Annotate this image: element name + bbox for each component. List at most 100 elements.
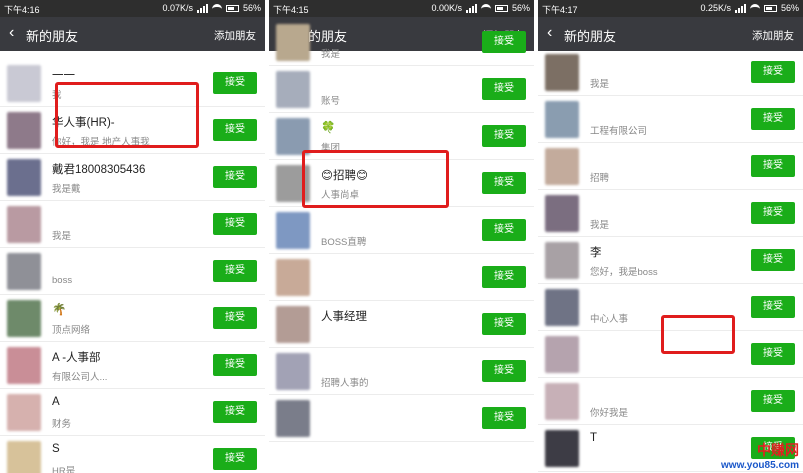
page-title: 新的朋友 [564, 29, 617, 44]
accept-button[interactable]: 接受 [482, 31, 526, 53]
highlight-box [55, 82, 199, 148]
network-speed: 0.00K/s [431, 3, 462, 13]
highlight-box [302, 150, 449, 208]
watermark-url: www.you85.com [721, 460, 799, 471]
accept-button[interactable]: 接受 [751, 249, 795, 271]
friend-request-row[interactable]: 我是 接受 [0, 201, 265, 248]
accept-button[interactable]: 接受 [213, 119, 257, 141]
accept-button[interactable]: 接受 [482, 313, 526, 335]
wifi-icon [749, 4, 760, 12]
accept-button[interactable]: 接受 [213, 401, 257, 423]
add-friend-button[interactable]: 添加朋友 [214, 28, 256, 43]
wifi-icon [480, 4, 491, 12]
friend-request-row[interactable]: S HR是 接受 [0, 436, 265, 473]
friend-request-row[interactable]: BOSS直聘 接受 [269, 207, 534, 254]
accept-button[interactable]: 接受 [482, 360, 526, 382]
avatar [276, 71, 310, 108]
avatar [545, 383, 579, 420]
friend-request-row[interactable]: 人事经理 接受 [269, 301, 534, 348]
friend-request-row[interactable]: 招聘人事的 接受 [269, 348, 534, 395]
back-arrow-icon[interactable]: ‹ [9, 25, 14, 41]
status-time: 下午4:16 [4, 5, 40, 15]
accept-button[interactable]: 接受 [482, 172, 526, 194]
request-message: 我是 [52, 231, 72, 242]
contact-name: A [52, 396, 60, 408]
contact-name: 🌴 [52, 304, 67, 316]
accept-button[interactable]: 接受 [751, 202, 795, 224]
accept-button[interactable]: 接受 [482, 219, 526, 241]
friend-request-row[interactable]: A 财务 接受 [0, 389, 265, 436]
friend-request-row[interactable]: 戴君18008305436 我是戴 接受 [0, 154, 265, 201]
avatar [7, 347, 41, 384]
request-message: 我是 [321, 49, 341, 60]
avatar [545, 54, 579, 91]
accept-button[interactable]: 接受 [751, 108, 795, 130]
accept-button[interactable]: 接受 [751, 296, 795, 318]
accept-button[interactable]: 接受 [213, 166, 257, 188]
friend-request-row[interactable]: 我是 接受 [538, 190, 803, 237]
friend-request-row[interactable]: 接受 [269, 395, 534, 442]
avatar [7, 253, 41, 290]
accept-button[interactable]: 接受 [213, 448, 257, 470]
contact-name: 人事经理 [321, 311, 367, 323]
avatar [545, 101, 579, 138]
accept-button[interactable]: 接受 [213, 354, 257, 376]
request-message: 你好我是 [590, 408, 629, 419]
avatar [7, 112, 41, 149]
avatar [7, 394, 41, 431]
friend-request-list: 我是 接受 工程有限公司 接受 招聘 接受 我是 接受李您好，我是boss 接受 中心人事 接受 接受… [538, 51, 803, 473]
battery-level: 56% [511, 3, 530, 13]
friend-request-row[interactable]: boss 接受 [0, 248, 265, 295]
screen-panel: 下午4:150.00K/s56%‹新的朋友添加朋友我是接受账号接受🍀集团接受😊招… [269, 0, 534, 473]
friend-request-row[interactable]: 工程有限公司 接受 [538, 96, 803, 143]
contact-name: A -人事部 [52, 352, 101, 364]
request-message: 招聘 [590, 173, 610, 184]
screen-panel: 下午4:16 0.07K/s 56% ‹ 新的朋友 添加朋友 一一我接受 华人事(HR)- 你好… [0, 0, 265, 473]
network-speed: 0.25K/s [700, 3, 731, 13]
avatar [7, 159, 41, 196]
request-message: BOSS直聘 [321, 237, 367, 248]
accept-button[interactable]: 接受 [482, 78, 526, 100]
accept-button[interactable]: 接受 [213, 307, 257, 329]
accept-button[interactable]: 接受 [751, 343, 795, 365]
avatar [276, 400, 310, 437]
status-icons: 0.00K/s 56% [431, 3, 530, 13]
contact-name: 一一 [52, 70, 75, 82]
accept-button[interactable]: 接受 [482, 407, 526, 429]
friend-request-row[interactable]: 我是 接受 [269, 19, 534, 66]
accept-button[interactable]: 接受 [213, 213, 257, 235]
screen-panel: 下午4:17 0.25K/s 56% ‹ 新的朋友 添加朋友 我是 接受 工程有限公司 接受 招聘接… [538, 0, 803, 473]
request-message: 我是 [590, 79, 610, 90]
friend-request-row[interactable]: 你好我是 接受 [538, 378, 803, 425]
friend-request-row[interactable]: 我是 接受 [538, 49, 803, 96]
avatar [7, 300, 41, 337]
friend-request-row[interactable]: 接受 [269, 254, 534, 301]
friend-request-row[interactable]: 招聘 接受 [538, 143, 803, 190]
friend-request-row[interactable]: 🌴 顶点网络 接受 [0, 295, 265, 342]
avatar [276, 212, 310, 249]
contact-name: 戴君18008305436 [52, 164, 146, 176]
highlight-box [661, 315, 735, 354]
accept-button[interactable]: 接受 [751, 155, 795, 177]
accept-button[interactable]: 接受 [213, 72, 257, 94]
friend-request-row[interactable]: 李您好，我是boss 接受 [538, 237, 803, 284]
accept-button[interactable]: 接受 [213, 260, 257, 282]
watermark: 中赚网 www.you85.com [721, 440, 799, 471]
network-speed: 0.07K/s [162, 3, 193, 13]
back-arrow-icon[interactable]: ‹ [547, 25, 552, 41]
request-message: 招聘人事的 [321, 378, 369, 389]
accept-button[interactable]: 接受 [482, 266, 526, 288]
page-title: 新的朋友 [26, 29, 79, 44]
friend-request-row[interactable]: 账号 接受 [269, 66, 534, 113]
contact-name: S [52, 443, 60, 455]
request-message: 有限公司人... [52, 372, 108, 383]
status-time: 下午4:17 [542, 5, 578, 15]
accept-button[interactable]: 接受 [482, 125, 526, 147]
wifi-icon [211, 4, 222, 12]
add-friend-button[interactable]: 添加朋友 [752, 28, 794, 43]
accept-button[interactable]: 接受 [751, 390, 795, 412]
request-message: 您好，我是boss [590, 267, 658, 278]
request-message: 我是 [590, 220, 610, 231]
accept-button[interactable]: 接受 [751, 61, 795, 83]
friend-request-row[interactable]: A -人事部 有限公司人... 接受 [0, 342, 265, 389]
